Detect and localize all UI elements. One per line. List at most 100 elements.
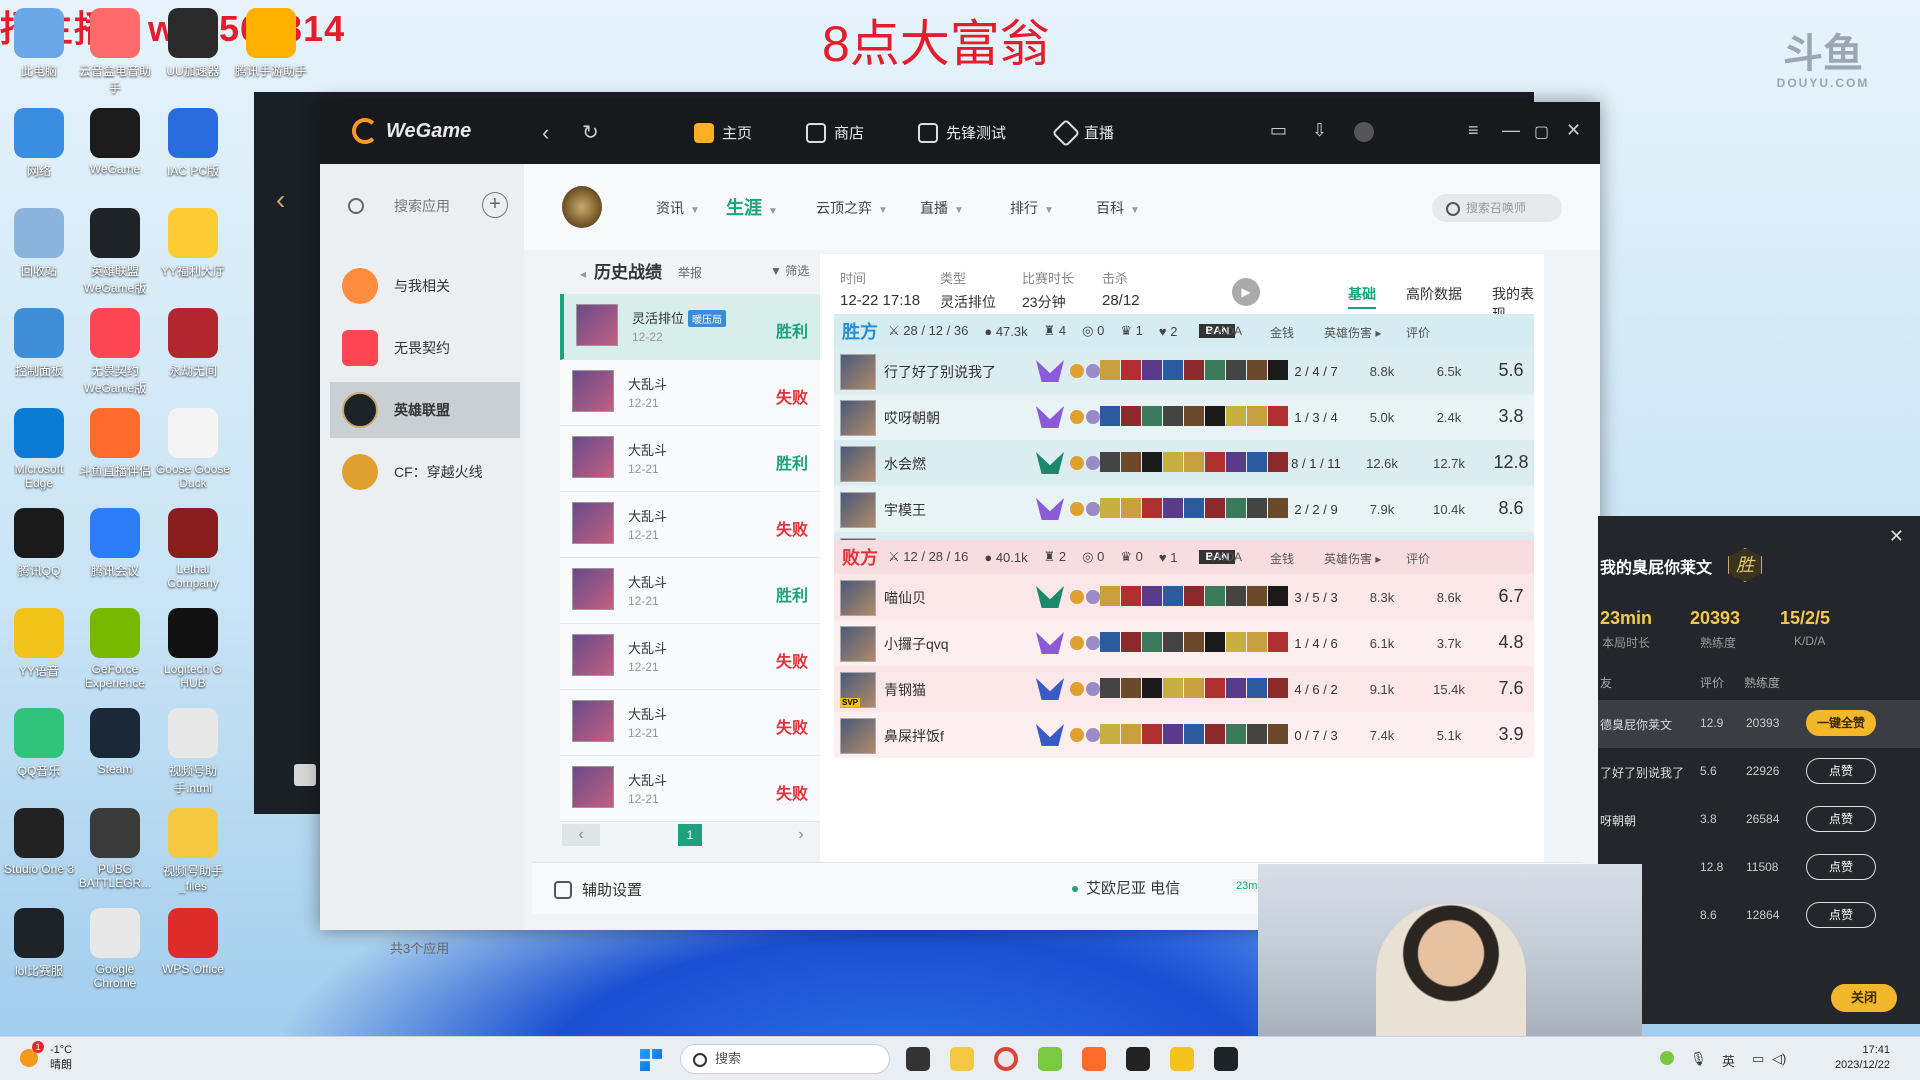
like-button[interactable]: 一键全赞 (1806, 710, 1876, 736)
nav-pioneer-test[interactable]: 先锋测试 (918, 122, 1006, 143)
player-row[interactable]: 哎呀朝朝 1 / 3 / 4 5.0k 2.4k 3.8 (834, 394, 1534, 440)
refresh-icon[interactable]: ↻ (582, 120, 599, 145)
player-row[interactable]: 水会燃 8 / 1 / 11 12.6k 12.7k 12.8 (834, 440, 1534, 486)
report-link[interactable]: 举报 (678, 264, 702, 281)
avatar[interactable] (1354, 122, 1374, 142)
desktop-icon[interactable]: 腾讯手游助手 (232, 8, 310, 79)
chevron-left-icon[interactable]: ‹ (276, 184, 285, 216)
chat-icon[interactable] (294, 764, 316, 786)
system-clock[interactable]: 17:41 2023/12/22 (1835, 1043, 1890, 1073)
desktop-icon[interactable]: 腾讯QQ (0, 508, 78, 579)
assist-settings-button[interactable]: 辅助设置 (554, 879, 642, 900)
desktop-icon[interactable]: 斗鱼直播伴侣 (76, 408, 154, 479)
network-icon[interactable]: ▭ (1752, 1051, 1764, 1067)
yy-icon[interactable] (1170, 1047, 1194, 1071)
desktop-icon[interactable]: QQ音乐 (0, 708, 78, 779)
desktop-icon[interactable]: 控制面板 (0, 308, 78, 379)
player-name[interactable]: 喵仙贝 (884, 588, 926, 608)
desktop-icon[interactable]: 英雄联盟WeGame版 (76, 208, 154, 296)
player-row[interactable]: 小攞子qvq 1 / 4 / 6 6.1k 3.7k 4.8 (834, 620, 1534, 666)
player-name[interactable]: 鼻屎拌饭f (884, 726, 944, 746)
player-name[interactable]: 水会燃 (884, 454, 926, 474)
lol-taskbar-icon[interactable] (1214, 1047, 1238, 1071)
next-page-button[interactable]: › (782, 824, 820, 846)
desktop-icon[interactable]: 永劫无间 (154, 308, 232, 379)
sidebar-item-cf[interactable]: CF：穿越火线 (330, 444, 520, 500)
history-row[interactable]: 大乱斗 12-21 失败 (560, 360, 822, 426)
filter-button[interactable]: ▼ 筛选 (770, 262, 809, 279)
history-row[interactable]: 大乱斗 12-21 失败 (560, 690, 822, 756)
maximize-icon[interactable]: ▢ (1534, 122, 1549, 142)
desktop-icon[interactable]: Google Chrome (76, 908, 154, 990)
file-explorer-icon[interactable] (950, 1047, 974, 1071)
tab-news[interactable]: 资讯 ▼ (656, 198, 700, 218)
player-row[interactable]: 宇模王 2 / 2 / 9 7.9k 10.4k 8.6 (834, 486, 1534, 532)
history-row[interactable]: 大乱斗 12-21 失败 (560, 756, 822, 822)
nav-store[interactable]: 商店 (806, 122, 864, 143)
history-row[interactable]: 大乱斗 12-21 胜利 (560, 558, 822, 624)
desktop-icon[interactable]: Logitech G HUB (154, 608, 232, 690)
desktop-icon[interactable]: YY语音 (0, 608, 78, 679)
desktop-icon[interactable]: WPS Office (154, 908, 232, 976)
back-arrow-icon[interactable]: ‹ (542, 120, 549, 146)
douyu-companion-icon[interactable] (1082, 1047, 1106, 1071)
desktop-icon[interactable]: YY福利大厅 (154, 208, 232, 279)
like-button[interactable]: 点赞 (1806, 758, 1876, 784)
download-icon[interactable]: ⇩ (1312, 120, 1327, 141)
taskbar-search-input[interactable]: 搜索 (680, 1044, 890, 1074)
tab-wiki[interactable]: 百科 ▼ (1096, 198, 1140, 218)
player-name[interactable]: 青钢猫 (884, 680, 926, 700)
player-row[interactable]: 喵仙贝 3 / 5 / 3 8.3k 8.6k 6.7 (834, 574, 1534, 620)
microphone-icon[interactable]: 🎙 (1690, 1051, 1707, 1067)
app-icon[interactable] (1038, 1047, 1062, 1071)
history-row[interactable]: 大乱斗 12-21 胜利 (560, 426, 822, 492)
player-name[interactable]: 行了好了别说我了 (884, 362, 996, 382)
player-name[interactable]: 哎呀朝朝 (884, 408, 940, 428)
minimize-icon[interactable]: — (1502, 120, 1520, 141)
task-view-icon[interactable] (906, 1047, 930, 1071)
sidebar-item-related[interactable]: 与我相关 (330, 258, 520, 314)
like-button[interactable]: 点赞 (1806, 806, 1876, 832)
desktop-icon[interactable]: 视频号助手.html (154, 708, 232, 796)
history-row[interactable]: 大乱斗 12-21 失败 (560, 492, 822, 558)
player-row[interactable]: 行了好了别说我了 2 / 4 / 7 8.8k 6.5k 5.6 (834, 348, 1534, 394)
weather-widget[interactable]: 1 -1°C 晴朗 (20, 1041, 72, 1073)
desktop-icon[interactable]: 网络 (0, 108, 78, 179)
desktop-icon[interactable]: 回收站 (0, 208, 78, 279)
menu-icon[interactable]: ≡ (1468, 120, 1479, 141)
desktop-icon[interactable]: 无畏契约WeGame版 (76, 308, 154, 396)
history-row[interactable]: 大乱斗 12-21 失败 (560, 624, 822, 690)
nav-home[interactable]: 主页 (694, 122, 752, 143)
studio-one-icon[interactable] (1126, 1047, 1150, 1071)
desktop-icon[interactable]: Microsoft Edge (0, 408, 78, 490)
summoner-search-input[interactable]: 搜索召唤师 (1432, 194, 1562, 222)
replay-play-icon[interactable]: ▶ (1232, 278, 1260, 306)
add-app-button[interactable]: + (482, 192, 508, 218)
player-row[interactable]: 鼻屎拌饭f 0 / 7 / 3 7.4k 5.1k 3.9 (834, 712, 1534, 758)
tab-rank[interactable]: 排行 ▼ (1010, 198, 1054, 218)
prev-page-button[interactable]: ‹ (562, 824, 600, 846)
tab-basic[interactable]: 基础 (1348, 284, 1376, 309)
desktop-icon[interactable]: UU加速器 (154, 8, 232, 79)
desktop-icon[interactable]: 视频号助手_files (154, 808, 232, 893)
tray-app-icon[interactable] (1660, 1051, 1674, 1065)
close-icon[interactable]: ✕ (1889, 526, 1904, 547)
desktop-icon[interactable]: 云音盒电音助手 (76, 8, 154, 96)
player-name[interactable]: 宇模王 (884, 500, 926, 520)
desktop-icon[interactable]: Lethal Company (154, 508, 232, 590)
input-language[interactable]: 英 (1722, 1051, 1735, 1070)
tab-live[interactable]: 直播 ▼ (920, 198, 964, 218)
desktop-icon[interactable]: lol比赛服 (0, 908, 78, 979)
desktop-icon[interactable]: Goose Goose Duck (154, 408, 232, 490)
current-page[interactable]: 1 (678, 824, 702, 846)
desktop-icon[interactable]: WeGame (76, 108, 154, 176)
volume-icon[interactable]: ◁) (1772, 1051, 1786, 1067)
desktop-icon[interactable]: 腾讯会议 (76, 508, 154, 579)
close-button[interactable]: 关闭 (1831, 984, 1897, 1012)
desktop-icon[interactable]: PUBG BATTLEGR... (76, 808, 154, 890)
desktop-icon[interactable]: Studio One 3 (0, 808, 78, 876)
sidebar-item-valorant[interactable]: 无畏契约 (330, 320, 520, 376)
nav-live[interactable]: 直播 (1051, 118, 1114, 147)
like-button[interactable]: 点赞 (1806, 902, 1876, 928)
tab-career[interactable]: 生涯 ▼ (726, 194, 778, 220)
